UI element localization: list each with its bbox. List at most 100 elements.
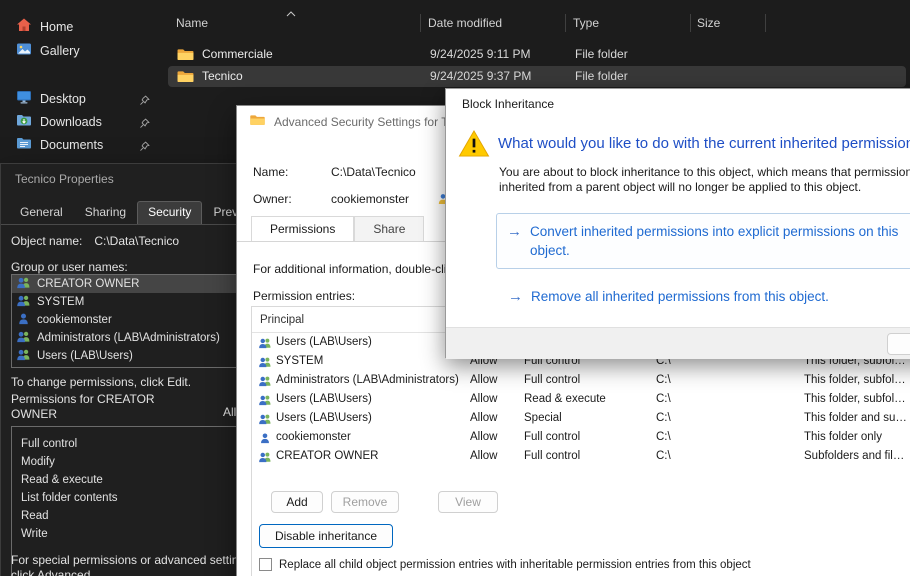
column-header-type[interactable]: Type	[573, 12, 599, 34]
group-icon	[258, 450, 272, 468]
dialog-heading: What would you like to do with the curre…	[498, 135, 910, 152]
sort-ascending-icon	[286, 4, 296, 22]
name-row: Name: C:\Data\Tecnico	[253, 165, 416, 179]
cell-principal: Users (LAB\Users)	[276, 333, 466, 352]
downloads-icon	[16, 112, 32, 133]
disable-inheritance-button[interactable]: Disable inheritance	[259, 524, 393, 548]
cell-inherited-from: C:\	[656, 409, 796, 428]
object-name-value: C:\Data\Tecnico	[94, 234, 179, 248]
cell-principal: Administrators (LAB\Administrators)	[276, 371, 466, 390]
permission-entries-label: Permission entries:	[253, 289, 355, 303]
file-type: File folder	[575, 44, 628, 65]
cell-applies-to: This folder and subfolders	[804, 409, 908, 428]
file-row-commerciale[interactable]: Commerciale 9/24/2025 9:11 PM File folde…	[168, 44, 906, 65]
name-label: Name:	[253, 165, 331, 179]
group-name: CREATOR OWNER	[37, 278, 139, 290]
cell-inherited-from: C:\	[656, 371, 796, 390]
block-title-bar[interactable]: Block Inheritance	[446, 89, 910, 119]
sidebar-item-label: Downloads	[40, 115, 102, 129]
group-icon	[16, 348, 31, 364]
convert-permissions-command-link[interactable]: → Convert inherited permissions into exp…	[496, 213, 910, 269]
tab-share[interactable]: Share	[354, 216, 424, 242]
group-icon	[16, 276, 31, 292]
sidebar-item-label: Desktop	[40, 92, 86, 106]
group-name: Administrators (LAB\Administrators)	[37, 332, 220, 344]
pin-icon	[139, 93, 150, 111]
advanced-tabs: Permissions Share	[251, 216, 424, 242]
cell-inherited-from: C:\	[656, 428, 796, 447]
sidebar-item-label: Home	[40, 20, 73, 34]
cell-principal: Users (LAB\Users)	[276, 390, 466, 409]
file-date: 9/24/2025 9:11 PM	[430, 44, 531, 65]
advanced-hint-line2: click Advanced.	[11, 568, 94, 576]
file-row-tecnico[interactable]: Tecnico 9/24/2025 9:37 PM File folder	[168, 66, 906, 87]
group-names-label: Group or user names:	[11, 260, 128, 274]
group-name: Users (LAB\Users)	[37, 350, 133, 362]
column-divider[interactable]	[690, 14, 691, 32]
cell-principal: SYSTEM	[276, 352, 466, 371]
block-inheritance-dialog: Block Inheritance What would you like to…	[445, 88, 910, 358]
change-permissions-hint: To change permissions, click Edit.	[11, 375, 191, 389]
cell-applies-to: This folder, subfolders and files	[804, 390, 908, 409]
add-button[interactable]: Add	[271, 491, 323, 513]
dialog-title: Tecnico Properties	[15, 172, 114, 186]
folder-icon	[176, 47, 195, 67]
cell-inherited-from: C:\	[656, 447, 796, 466]
remove-button[interactable]: Remove	[331, 491, 399, 513]
sidebar-item-documents[interactable]: Documents	[4, 134, 160, 156]
group-icon	[16, 330, 31, 346]
table-row[interactable]: CREATOR OWNER Allow Full control C:\ Sub…	[252, 447, 910, 466]
column-divider[interactable]	[565, 14, 566, 32]
dialog-body-line1: You are about to block inheritance to th…	[499, 165, 910, 179]
table-row[interactable]: Administrators (LAB\Administrators) Allo…	[252, 371, 910, 390]
tab-general[interactable]: General	[9, 201, 74, 224]
user-icon	[16, 312, 31, 328]
cell-access: Special	[524, 409, 652, 428]
pin-icon	[139, 139, 150, 157]
command-link-label: Convert inherited permissions into expli…	[530, 222, 910, 260]
sidebar-item-desktop[interactable]: Desktop	[4, 88, 160, 110]
cell-type: Allow	[470, 390, 520, 409]
table-row[interactable]: Users (LAB\Users) Allow Special C:\ This…	[252, 409, 910, 428]
group-name: SYSTEM	[37, 296, 84, 308]
column-header-principal[interactable]: Principal	[260, 314, 304, 326]
table-row[interactable]: cookiemonster Allow Full control C:\ Thi…	[252, 428, 910, 447]
folder-security-icon	[249, 113, 266, 132]
table-row[interactable]: Users (LAB\Users) Allow Read & execute C…	[252, 390, 910, 409]
warning-icon	[458, 129, 490, 163]
column-divider[interactable]	[420, 14, 421, 32]
tab-security[interactable]: Security	[137, 201, 202, 224]
column-divider[interactable]	[765, 14, 766, 32]
column-header-date-modified[interactable]: Date modified	[428, 12, 502, 34]
column-header-name[interactable]: Name	[176, 12, 208, 34]
cancel-button[interactable]: Cancel	[887, 333, 910, 355]
replace-permissions-row: Replace all child object permission entr…	[259, 558, 751, 571]
home-icon	[16, 17, 32, 38]
tab-permissions[interactable]: Permissions	[251, 216, 354, 242]
dialog-footer: Cancel	[446, 327, 910, 359]
file-date: 9/24/2025 9:37 PM	[430, 66, 531, 87]
object-name-label: Object name:	[11, 234, 91, 248]
sidebar-item-downloads[interactable]: Downloads	[4, 111, 160, 133]
sidebar-item-gallery[interactable]: Gallery	[4, 40, 160, 62]
sidebar-item-label: Documents	[40, 138, 103, 152]
tab-sharing[interactable]: Sharing	[74, 201, 137, 224]
cell-type: Allow	[470, 428, 520, 447]
cell-applies-to: This folder only	[804, 428, 908, 447]
dialog-title: Block Inheritance	[462, 97, 554, 111]
sidebar-item-label: Gallery	[40, 44, 80, 58]
column-header-size[interactable]: Size	[697, 12, 720, 34]
group-name: cookiemonster	[37, 314, 112, 326]
object-name-row: Object name: C:\Data\Tecnico	[11, 234, 179, 248]
cell-access: Full control	[524, 428, 652, 447]
folder-icon	[176, 69, 195, 89]
sidebar-item-home[interactable]: Home	[4, 16, 160, 38]
replace-permissions-checkbox[interactable]	[259, 558, 272, 571]
view-button[interactable]: View	[438, 491, 498, 513]
cell-access: Read & execute	[524, 390, 652, 409]
name-value: C:\Data\Tecnico	[331, 165, 416, 179]
remove-permissions-command-link[interactable]: → Remove all inherited permissions from …	[508, 287, 829, 306]
cell-inherited-from: C:\	[656, 390, 796, 409]
cell-applies-to: Subfolders and files only	[804, 447, 908, 466]
replace-permissions-label: Replace all child object permission entr…	[279, 559, 751, 571]
